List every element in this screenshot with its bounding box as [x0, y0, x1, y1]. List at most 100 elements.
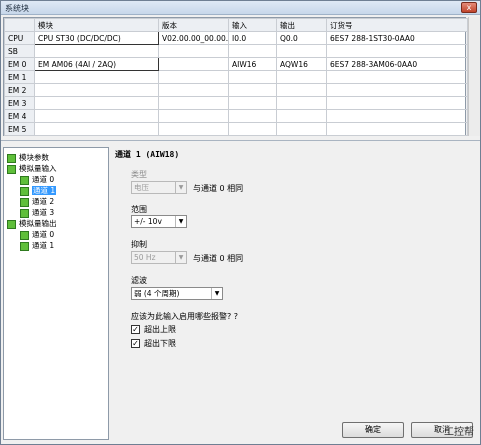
table-row-em0[interactable]: EM 0 EM AM06 (4AI / 2AQ) AIW16 AQW16 6ES7 28…: [4, 57, 468, 71]
chevron-down-icon: ▼: [175, 252, 186, 263]
table-cell[interactable]: AIW16: [228, 57, 277, 71]
type-same-note: 与通道 0 相同: [193, 184, 244, 193]
tree-item-aq-channel-0[interactable]: 通道 0: [20, 229, 54, 240]
row-label: EM 5: [4, 122, 35, 136]
filter-select[interactable]: 弱 (4 个周期) ▼: [131, 287, 223, 300]
table-cell[interactable]: EM AM06 (4AI / 2AQ): [34, 57, 159, 71]
table-cell[interactable]: [34, 44, 159, 58]
check-icon: ✓: [131, 325, 140, 334]
table-cell[interactable]: V02.00.00_00.00...: [158, 31, 229, 45]
tree-item-module-params[interactable]: 模块参数: [7, 152, 49, 163]
tree-item-aq-channel-1[interactable]: 通道 1: [20, 240, 54, 251]
table-cell[interactable]: [34, 70, 159, 84]
alarm-question: 应该为此输入启用哪些报警? ?: [131, 312, 239, 321]
table-cell[interactable]: [228, 44, 277, 58]
config-tree: 模块参数 模拟量输入 通道 0 通道 1 通道 2 通道 3 模拟量输出 通道 …: [3, 147, 109, 440]
table-row-em2[interactable]: EM 2: [4, 83, 468, 97]
type-label: 类型: [131, 170, 147, 179]
grid-header-module: 模块: [34, 18, 159, 32]
table-cell[interactable]: [34, 96, 159, 110]
table-cell[interactable]: [276, 109, 327, 123]
row-label: EM 3: [4, 96, 35, 110]
table-cell[interactable]: [228, 96, 277, 110]
grid-header: [4, 18, 35, 32]
table-cell[interactable]: CPU ST30 (DC/DC/DC): [34, 31, 159, 45]
table-cell[interactable]: [228, 122, 277, 136]
tree-item-analog-input[interactable]: 模拟量输入: [7, 163, 57, 174]
grid-header-version: 版本: [158, 18, 229, 32]
table-cell[interactable]: [326, 109, 468, 123]
grid-scrollbar[interactable]: [468, 17, 480, 136]
table-cell[interactable]: [228, 83, 277, 97]
table-cell[interactable]: [276, 83, 327, 97]
table-cell[interactable]: [326, 83, 468, 97]
window-title: 系统块: [5, 4, 29, 13]
suppress-select[interactable]: 50 Hz ▼: [131, 251, 187, 264]
chevron-down-icon: ▼: [211, 288, 222, 299]
table-cell[interactable]: [34, 83, 159, 97]
tree-item-analog-output[interactable]: 模拟量输出: [7, 218, 57, 229]
grid-header-row: 模块 版本 输入 输出 订货号: [4, 18, 468, 32]
table-cell[interactable]: [158, 70, 229, 84]
table-row-sb[interactable]: SB: [4, 44, 468, 58]
chevron-down-icon: ▼: [175, 216, 186, 227]
table-cell[interactable]: [158, 109, 229, 123]
table-cell[interactable]: [34, 122, 159, 136]
watermark: 工控帮: [444, 427, 474, 438]
row-label: EM 4: [4, 109, 35, 123]
table-cell[interactable]: AQW16: [276, 57, 327, 71]
grid-header-output: 输出: [276, 18, 327, 32]
table-cell[interactable]: [326, 122, 468, 136]
table-cell[interactable]: 6ES7 288-3AM06-0AA0: [326, 57, 468, 71]
tree-item-ai-channel-2[interactable]: 通道 2: [20, 196, 54, 207]
table-row-em5[interactable]: EM 5: [4, 122, 468, 136]
table-cell[interactable]: [228, 70, 277, 84]
grid-header-order-number: 订货号: [326, 18, 468, 32]
lower-limit-checkbox[interactable]: ✓ 超出下限: [131, 338, 176, 349]
channel-icon: [20, 175, 29, 185]
table-row-cpu[interactable]: CPU CPU ST30 (DC/DC/DC) V02.00.00_00.00...…: [4, 31, 468, 45]
channel-icon: [20, 208, 29, 218]
type-select[interactable]: 电压 ▼: [131, 181, 187, 194]
range-select[interactable]: +/- 10v ▼: [131, 215, 187, 228]
table-cell[interactable]: [326, 96, 468, 110]
table-cell[interactable]: [158, 44, 229, 58]
table-row-em3[interactable]: EM 3: [4, 96, 468, 110]
range-label: 范围: [131, 205, 147, 214]
table-cell[interactable]: I0.0: [228, 31, 277, 45]
table-cell[interactable]: [228, 109, 277, 123]
table-row-em1[interactable]: EM 1: [4, 70, 468, 84]
table-cell[interactable]: [276, 96, 327, 110]
table-row-em4[interactable]: EM 4: [4, 109, 468, 123]
table-cell[interactable]: 6ES7 288-1ST30-0AA0: [326, 31, 468, 45]
table-cell[interactable]: [326, 44, 468, 58]
table-cell[interactable]: [158, 57, 229, 71]
module-icon: [7, 219, 16, 229]
table-cell[interactable]: [276, 122, 327, 136]
ok-button[interactable]: 确定: [342, 422, 404, 438]
row-label: EM 2: [4, 83, 35, 97]
upper-limit-checkbox[interactable]: ✓ 超出上限: [131, 324, 176, 335]
channel-heading: 通道 1 (AIW18): [115, 150, 180, 159]
module-icon: [7, 153, 16, 163]
tree-item-ai-channel-0[interactable]: 通道 0: [20, 174, 54, 185]
table-cell[interactable]: [276, 70, 327, 84]
table-cell[interactable]: [326, 70, 468, 84]
table-cell[interactable]: [158, 83, 229, 97]
table-cell[interactable]: Q0.0: [276, 31, 327, 45]
module-icon: [7, 164, 16, 174]
table-cell[interactable]: [276, 44, 327, 58]
title-bar: 系统块 x: [1, 1, 480, 15]
tree-item-ai-channel-3[interactable]: 通道 3: [20, 207, 54, 218]
table-cell[interactable]: [158, 122, 229, 136]
tree-item-ai-channel-1[interactable]: 通道 1: [20, 185, 57, 196]
close-button[interactable]: x: [461, 2, 477, 13]
table-cell[interactable]: [158, 96, 229, 110]
row-label: EM 0: [4, 57, 35, 71]
grid-header-input: 输入: [228, 18, 277, 32]
table-cell[interactable]: [34, 109, 159, 123]
chevron-down-icon: ▼: [175, 182, 186, 193]
suppress-label: 抑制: [131, 240, 147, 249]
divider: [1, 140, 480, 141]
row-label: CPU: [4, 31, 35, 45]
